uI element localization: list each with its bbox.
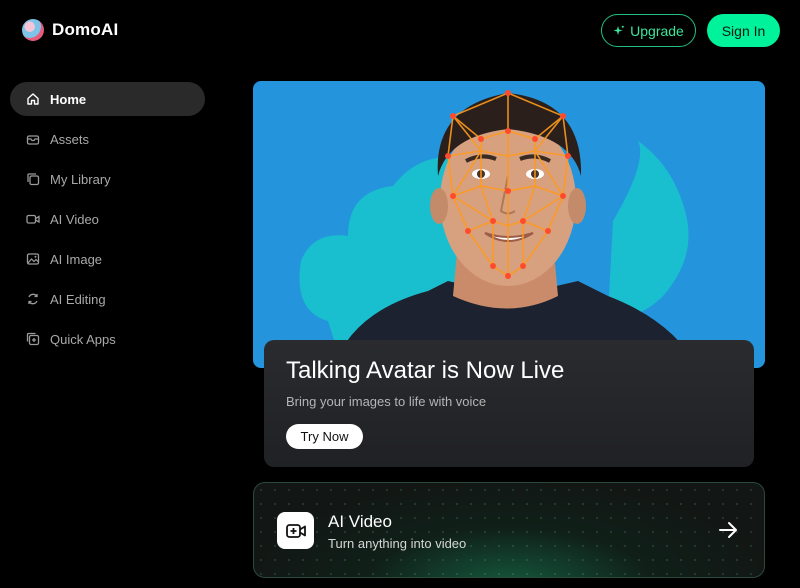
- library-icon: [26, 172, 40, 186]
- video-icon: [26, 212, 40, 226]
- logo-text: DomoAI: [52, 20, 119, 39]
- sidebar-item-label: Assets: [50, 131, 90, 147]
- feature-title: AI Video: [328, 512, 392, 531]
- sparkle-icon: [613, 25, 624, 35]
- arrow-right-icon: [719, 522, 737, 538]
- avatar-illustration: [299, 90, 698, 368]
- sidebar-item-assets[interactable]: Assets: [10, 122, 205, 156]
- image-icon: [26, 252, 40, 266]
- sidebar-item-home[interactable]: Home: [10, 82, 205, 116]
- signin-button[interactable]: Sign In: [707, 14, 780, 47]
- ai-video-card[interactable]: AI Video Turn anything into video: [253, 482, 765, 578]
- hero-banner[interactable]: [253, 81, 765, 368]
- sidebar-item-label: Home: [50, 91, 87, 107]
- logo[interactable]: DomoAI: [22, 19, 118, 41]
- promo-title: Talking Avatar is Now Live: [286, 357, 565, 384]
- upgrade-button[interactable]: Upgrade: [601, 14, 696, 47]
- video-plus-icon: [277, 512, 314, 549]
- editing-icon: [26, 292, 40, 306]
- home-icon: [26, 92, 40, 106]
- sidebar-item-quick-apps[interactable]: Quick Apps: [10, 322, 205, 356]
- upgrade-label: Upgrade: [630, 22, 684, 39]
- feature-subtitle: Turn anything into video: [328, 536, 467, 551]
- top-header: DomoAI Upgrade Sign In: [0, 0, 800, 62]
- sidebar-item-label: AI Editing: [50, 291, 106, 307]
- apps-icon: [26, 332, 40, 346]
- sidebar-item-my-library[interactable]: My Library: [10, 162, 205, 196]
- sidebar-item-label: Quick Apps: [50, 331, 116, 347]
- promo-subtitle: Bring your images to life with voice: [286, 394, 487, 409]
- logo-icon: [22, 19, 44, 41]
- promo-card: Talking Avatar is Now Live Bring your im…: [264, 340, 754, 467]
- try-now-button[interactable]: Try Now: [286, 424, 363, 449]
- sidebar-item-label: AI Video: [50, 211, 99, 227]
- assets-icon: [26, 132, 40, 146]
- sidebar-item-ai-video[interactable]: AI Video: [10, 202, 205, 236]
- sidebar-item-label: AI Image: [50, 251, 103, 267]
- sidebar-item-label: My Library: [50, 171, 111, 187]
- sidebar-item-ai-editing[interactable]: AI Editing: [10, 282, 205, 316]
- sidebar-item-ai-image[interactable]: AI Image: [10, 242, 205, 276]
